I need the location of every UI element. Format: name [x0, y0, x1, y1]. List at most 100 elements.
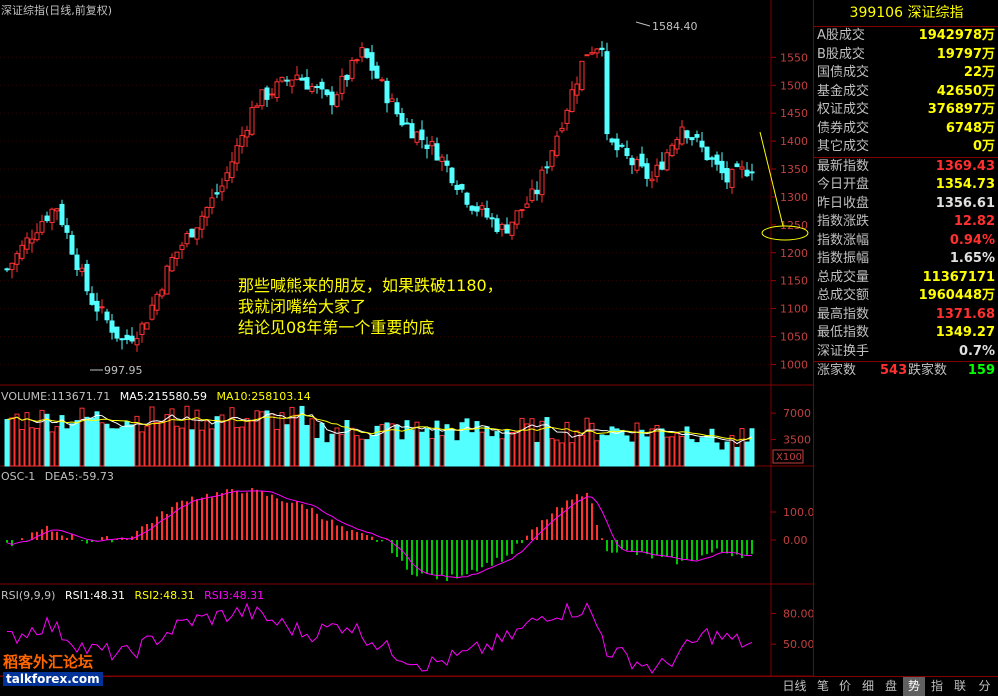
- watermark-logo: 稻客外汇论坛: [3, 653, 94, 671]
- candle-body: [229, 161, 235, 179]
- candle-body: [519, 209, 525, 212]
- volume-bar: [484, 426, 490, 467]
- tab-0[interactable]: 日线: [778, 677, 811, 696]
- candle-body: [604, 51, 610, 135]
- candle-body: [254, 105, 260, 108]
- candle-body: [214, 192, 220, 195]
- volume-bar: [439, 435, 445, 467]
- candle-body: [79, 267, 85, 272]
- stat-label: 基金成交: [817, 83, 870, 99]
- volume-bar: [349, 427, 355, 467]
- candle-body: [539, 169, 545, 196]
- tab-4[interactable]: 盘: [880, 677, 902, 696]
- osc-tick-label: 0.00: [783, 534, 808, 547]
- tab-1[interactable]: 笔: [812, 677, 834, 696]
- tab-2[interactable]: 价: [834, 677, 856, 696]
- volume-bar: [739, 428, 745, 467]
- volume-bar: [679, 436, 685, 467]
- trough-label: 997.95: [104, 364, 143, 377]
- volume-bar: [69, 423, 75, 467]
- candle-body: [404, 122, 410, 125]
- stat-label: 指数涨幅: [817, 232, 870, 248]
- stat-value: 1.65%: [949, 251, 995, 266]
- volume-bar: [324, 442, 330, 467]
- stat-label: 昨日收盘: [817, 195, 870, 211]
- volume-bar: [314, 437, 320, 467]
- candle-body: [334, 94, 340, 107]
- candle-body: [44, 215, 50, 222]
- volume-bar: [104, 423, 110, 467]
- annotation-line: 那些喊熊来的朋友，如果跌破1180，: [238, 276, 503, 295]
- volume-bar: [674, 432, 680, 467]
- candle-body: [84, 263, 90, 292]
- volume-bar: [109, 428, 115, 467]
- candle-body: [489, 217, 495, 220]
- stat-value: 1349.27: [935, 325, 995, 340]
- tab-7[interactable]: 联: [949, 677, 971, 696]
- candle-body: [344, 74, 350, 81]
- bottom-tab-bar: 日线笔价细盘势指联分: [0, 676, 998, 696]
- volume-bar: [39, 409, 45, 467]
- volume-bar: [464, 418, 470, 467]
- volume-bar: [149, 406, 155, 467]
- volume-bar: [239, 426, 245, 467]
- candle-body: [584, 54, 590, 57]
- stat-value: 1369.43: [935, 158, 995, 174]
- volume-label: VOLUME:113671.71: [1, 390, 111, 403]
- stat-label: 指数振幅: [817, 251, 870, 266]
- candle-body: [389, 98, 395, 102]
- candle-body: [524, 203, 530, 208]
- candle-body: [364, 48, 370, 58]
- volume-bar: [189, 429, 195, 467]
- y-tick-label: 1400: [780, 135, 808, 148]
- candle-body: [644, 163, 650, 179]
- volume-bar: [119, 426, 125, 467]
- candle-body: [614, 138, 620, 151]
- candle-body: [664, 152, 670, 171]
- candle-body: [504, 224, 510, 234]
- candle-body: [379, 79, 385, 82]
- candle-body: [129, 335, 135, 342]
- candle-body: [629, 157, 635, 166]
- volume-bar: [534, 441, 540, 467]
- volume-bar: [419, 431, 425, 467]
- stat-value: 22万: [963, 65, 995, 80]
- candle-body: [219, 185, 225, 193]
- candle-body: [369, 52, 375, 71]
- candle-body: [699, 140, 705, 148]
- stat-label: B股成交: [817, 46, 865, 62]
- volume-ma10: MA10:258103.14: [216, 390, 311, 403]
- tab-6[interactable]: 指: [926, 677, 948, 696]
- candle-body: [599, 47, 605, 50]
- stat-value: 0万: [972, 139, 995, 154]
- volume-bar: [639, 429, 645, 467]
- candle-body: [669, 144, 675, 157]
- tab-5[interactable]: 势: [903, 677, 925, 696]
- dea-line: [6, 490, 753, 579]
- stat-label: 指数涨跌: [817, 214, 870, 229]
- volume-bar: [499, 438, 505, 467]
- watermark-url: talkforex.com: [3, 672, 103, 686]
- y-tick-label: 1050: [780, 331, 808, 344]
- stat-row: 权证成交 376897万: [814, 101, 998, 120]
- stat-row: 深证换手 0.7%: [814, 343, 998, 362]
- osc-header: OSC-1 DEA5:-59.73: [1, 470, 120, 483]
- volume-bar: [664, 436, 670, 467]
- volume-bar: [714, 442, 720, 467]
- candle-body: [569, 89, 575, 113]
- volume-bar: [29, 427, 35, 467]
- tab-3[interactable]: 细: [857, 677, 879, 696]
- stat-label: 最新指数: [817, 158, 870, 174]
- volume-bar: [354, 435, 360, 467]
- candle-body: [729, 168, 735, 188]
- down-count-label: 跌家数: [908, 363, 948, 378]
- volume-bar: [629, 441, 635, 467]
- candle-body: [674, 139, 680, 150]
- candle-body: [719, 160, 725, 174]
- volume-bar: [554, 439, 560, 467]
- candle-body: [679, 126, 685, 145]
- tab-8[interactable]: 分: [972, 677, 997, 696]
- candle-body: [114, 326, 120, 339]
- candle-body: [494, 218, 500, 232]
- stat-row: 债券成交 6748万: [814, 120, 998, 139]
